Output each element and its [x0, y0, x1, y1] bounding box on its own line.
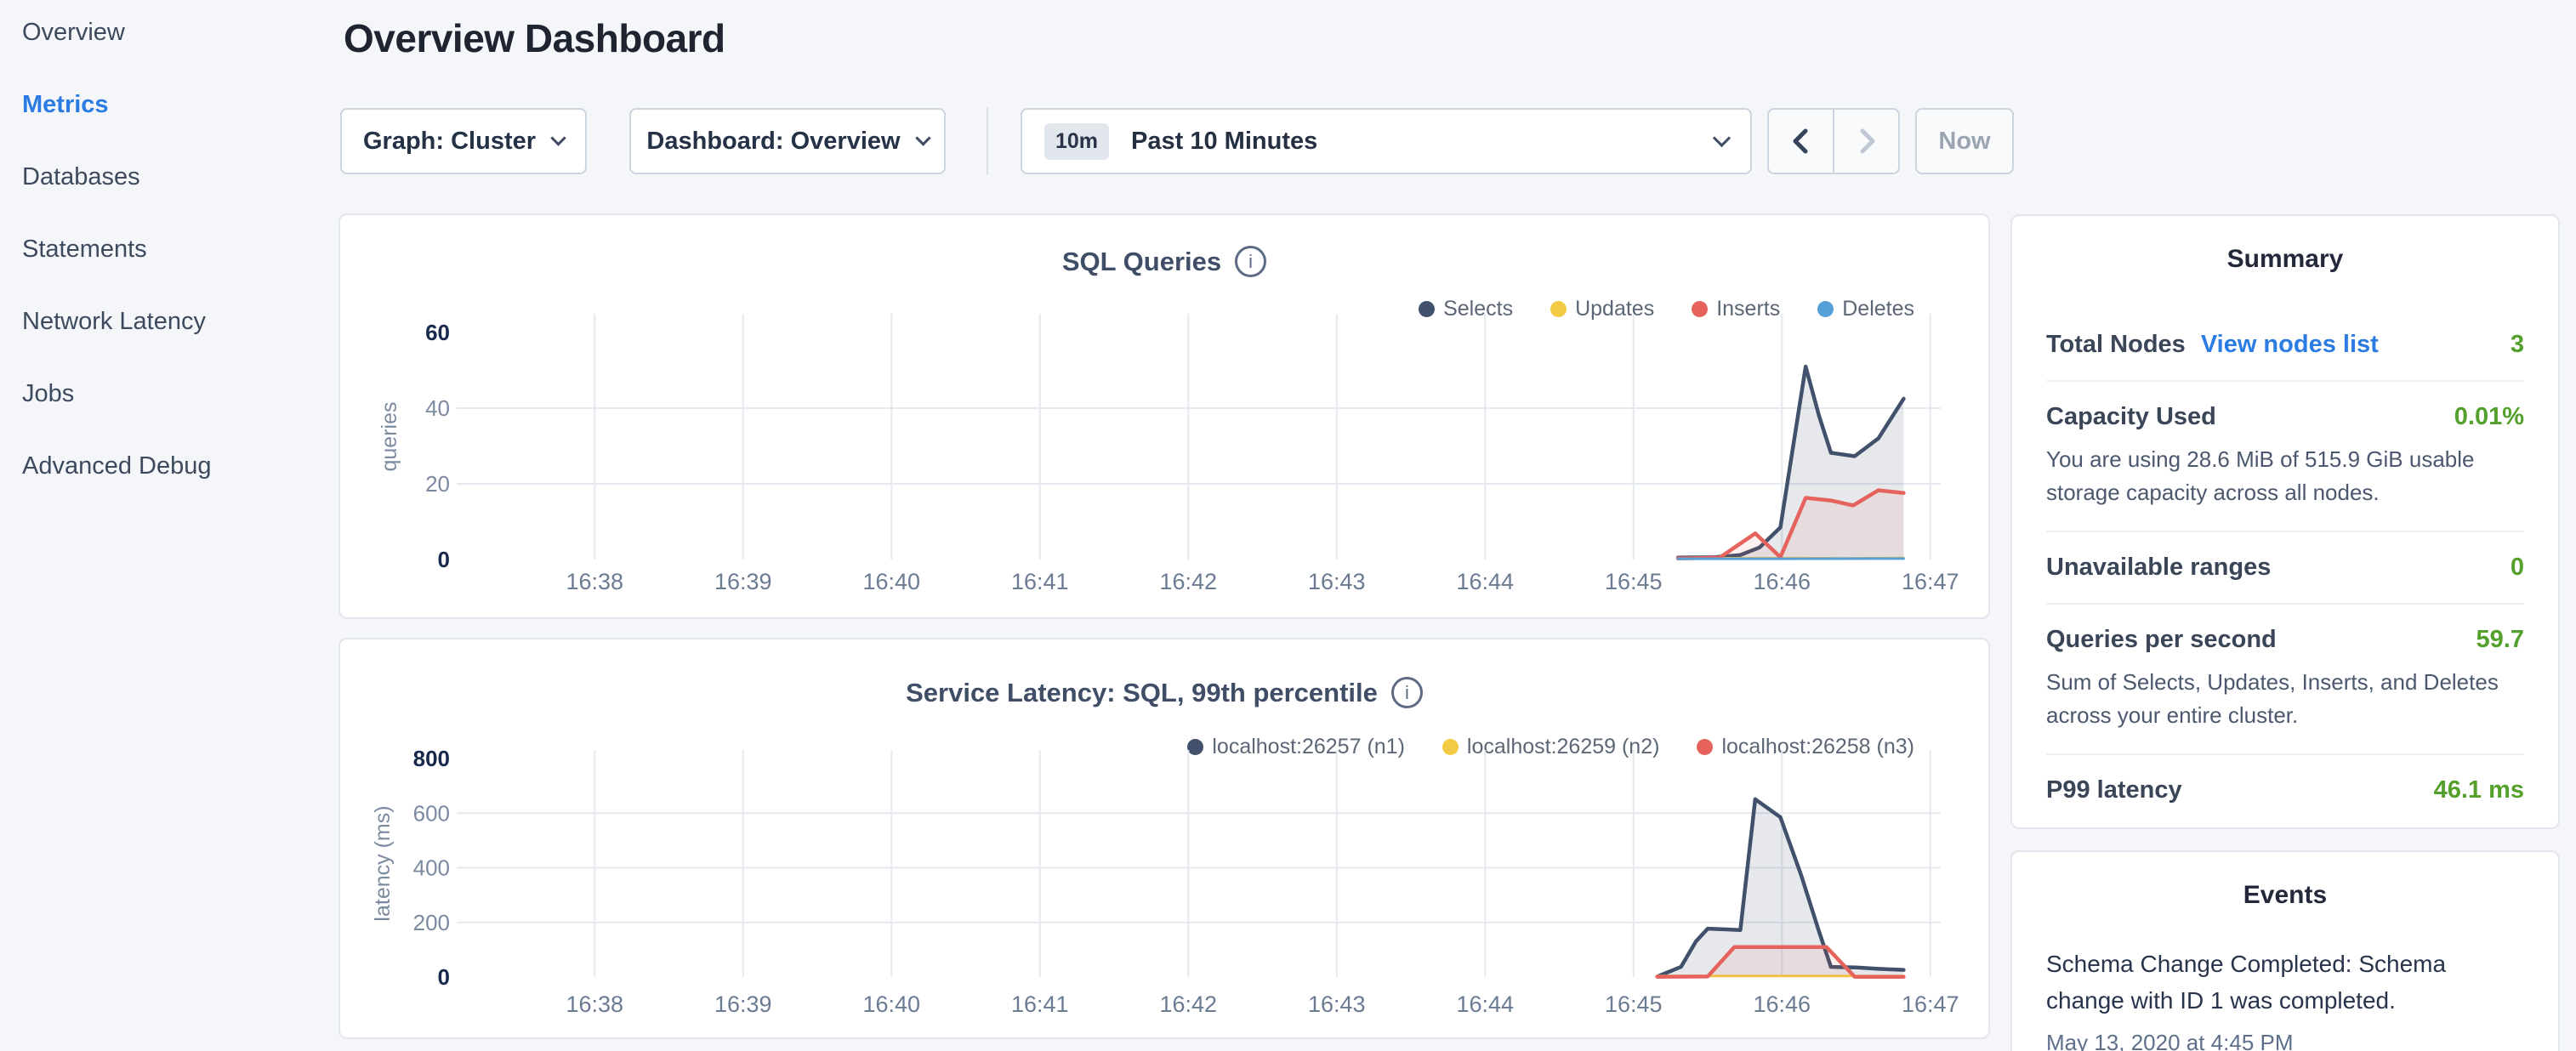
- summary-row-total-nodes: Total Nodes View nodes list 3: [2046, 310, 2524, 382]
- svg-text:600: 600: [413, 800, 450, 826]
- svg-text:16:46: 16:46: [1753, 991, 1811, 1017]
- svg-text:20: 20: [425, 471, 450, 497]
- svg-text:16:44: 16:44: [1456, 991, 1514, 1017]
- time-window-label: Past 10 Minutes: [1131, 128, 1317, 156]
- svg-text:16:45: 16:45: [1605, 569, 1663, 594]
- summary-row-label: Unavailable ranges: [2046, 554, 2271, 582]
- chevron-down-icon: [550, 130, 566, 145]
- summary-row-label: Queries per second: [2046, 626, 2277, 654]
- svg-text:40: 40: [425, 395, 450, 421]
- summary-row-value: 59.7: [2476, 626, 2524, 654]
- event-timestamp: May 13, 2020 at 4:45 PM: [2046, 1030, 2524, 1051]
- svg-text:16:47: 16:47: [1902, 569, 1959, 594]
- service-latency-card: Service Latency: SQL, 99th percentile i …: [338, 638, 1990, 1039]
- sidebar-item-advanced-debug[interactable]: Advanced Debug: [22, 452, 212, 480]
- chevron-right-icon: [1852, 122, 1881, 160]
- svg-text:400: 400: [413, 855, 450, 881]
- svg-text:0: 0: [438, 964, 450, 990]
- summary-title: Summary: [2046, 245, 2524, 274]
- svg-text:0: 0: [438, 547, 450, 572]
- time-window-badge: 10m: [1044, 123, 1109, 160]
- svg-text:16:42: 16:42: [1159, 991, 1217, 1017]
- time-step-back-button[interactable]: [1769, 110, 1833, 173]
- chevron-left-icon: [1787, 122, 1816, 160]
- summary-row-unavailable-ranges: Unavailable ranges 0: [2046, 532, 2524, 605]
- sidebar-item-network-latency[interactable]: Network Latency: [22, 308, 212, 336]
- svg-text:queries: queries: [378, 402, 401, 472]
- svg-text:16:47: 16:47: [1902, 991, 1959, 1017]
- svg-text:16:46: 16:46: [1753, 569, 1811, 594]
- sidebar-item-overview[interactable]: Overview: [22, 19, 212, 47]
- summary-row-label: P99 latency: [2046, 776, 2182, 804]
- graph-scope-dropdown[interactable]: Graph: Cluster: [340, 108, 587, 174]
- summary-row-value: 3: [2511, 331, 2524, 359]
- page-title: Overview Dashboard: [344, 15, 725, 61]
- time-step-forward-button[interactable]: [1833, 110, 1898, 173]
- chevron-down-icon: [1713, 128, 1731, 146]
- now-button[interactable]: Now: [1915, 108, 2014, 174]
- svg-text:16:40: 16:40: [862, 569, 920, 594]
- toolbar-divider: [987, 108, 988, 174]
- svg-text:16:43: 16:43: [1308, 569, 1366, 594]
- summary-row-value: 0.01%: [2454, 403, 2524, 431]
- sidebar-item-metrics[interactable]: Metrics: [22, 91, 212, 119]
- svg-text:latency (ms): latency (ms): [371, 805, 395, 921]
- summary-row-value: 0: [2511, 554, 2524, 582]
- events-title: Events: [2046, 881, 2524, 910]
- sql-queries-card: SQL Queries i SelectsUpdatesInsertsDelet…: [338, 213, 1990, 619]
- summary-panel: Summary Total Nodes View nodes list 3 Ca…: [2010, 214, 2560, 829]
- svg-text:60: 60: [425, 320, 450, 345]
- chevron-down-icon: [915, 130, 930, 145]
- summary-row-p99-latency: P99 latency 46.1 ms: [2046, 755, 2524, 826]
- dashboard-dropdown[interactable]: Dashboard: Overview: [629, 108, 946, 174]
- svg-text:16:39: 16:39: [714, 991, 772, 1017]
- sidebar-item-statements[interactable]: Statements: [22, 236, 212, 264]
- sql-queries-plot[interactable]: 0 20 40 60 16:38 16:39 16:40 16:41 16:42 16:43 16:…: [340, 215, 1992, 621]
- events-panel: Events Schema Change Completed: Schema c…: [2010, 850, 2560, 1051]
- graph-scope-label: Graph: Cluster: [363, 128, 536, 156]
- svg-text:16:43: 16:43: [1308, 991, 1366, 1017]
- svg-text:200: 200: [413, 910, 450, 935]
- summary-row-description: You are using 28.6 MiB of 515.9 GiB usab…: [2046, 443, 2524, 509]
- app-root: Overview Metrics Databases Statements Ne…: [0, 0, 2576, 1051]
- event-text: Schema Change Completed: Schema change w…: [2046, 946, 2524, 1020]
- summary-row-capacity-used: Capacity Used 0.01% You are using 28.6 M…: [2046, 382, 2524, 532]
- svg-text:16:41: 16:41: [1011, 569, 1069, 594]
- summary-row-label: Capacity Used: [2046, 403, 2216, 431]
- dashboard-label: Dashboard: Overview: [646, 128, 900, 156]
- summary-row-description: Sum of Selects, Updates, Inserts, and De…: [2046, 666, 2524, 732]
- svg-text:800: 800: [413, 746, 450, 771]
- sidebar-item-databases[interactable]: Databases: [22, 163, 212, 191]
- time-range-dropdown[interactable]: 10m Past 10 Minutes: [1021, 108, 1752, 174]
- svg-text:16:40: 16:40: [862, 991, 920, 1017]
- svg-text:16:38: 16:38: [566, 569, 623, 594]
- summary-row-queries-per-second: Queries per second 59.7 Sum of Selects, …: [2046, 605, 2524, 755]
- view-nodes-list-link[interactable]: View nodes list: [2201, 331, 2379, 359]
- svg-text:16:41: 16:41: [1011, 991, 1069, 1017]
- service-latency-plot[interactable]: 0 200 400 600 800 16:38 16:39 16:40 16:41 16:42 16…: [340, 639, 1992, 1041]
- event-list-item: Schema Change Completed: Schema change w…: [2046, 946, 2524, 1051]
- summary-row-value: 46.1 ms: [2434, 776, 2524, 804]
- svg-text:16:45: 16:45: [1605, 991, 1663, 1017]
- time-step-buttons: [1767, 108, 1900, 174]
- sidebar-item-jobs[interactable]: Jobs: [22, 380, 212, 408]
- summary-row-label: Total Nodes: [2046, 331, 2186, 359]
- svg-text:16:38: 16:38: [566, 991, 623, 1017]
- svg-text:16:39: 16:39: [714, 569, 772, 594]
- sidebar: Overview Metrics Databases Statements Ne…: [22, 19, 212, 480]
- svg-text:16:42: 16:42: [1159, 569, 1217, 594]
- svg-text:16:44: 16:44: [1456, 569, 1514, 594]
